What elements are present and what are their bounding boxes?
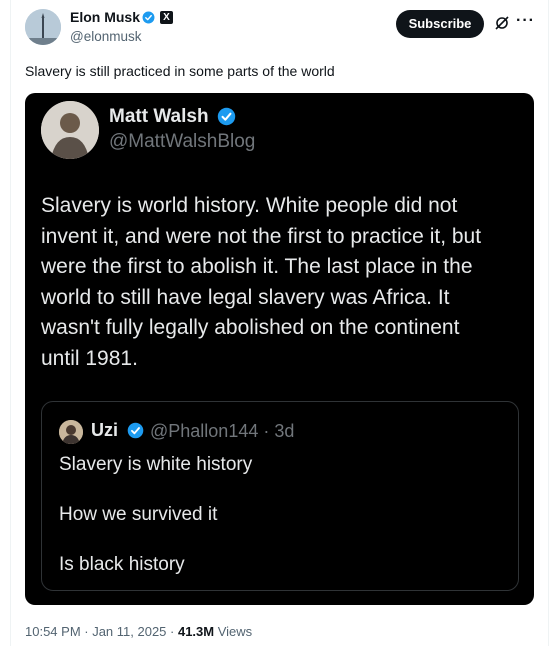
quoted-author-avatar	[59, 420, 83, 444]
views-count: 41.3M	[177, 624, 215, 639]
embedded-line: were the first to abolish it. The last p…	[41, 255, 473, 278]
subscribe-button[interactable]: Subscribe	[396, 10, 484, 38]
grok-icon[interactable]	[494, 15, 510, 31]
embedded-author-name: Matt Walsh	[109, 106, 209, 127]
embedded-author-handle: @MattWalshBlog	[109, 131, 256, 152]
tweet-text: Slavery is still practiced in some parts…	[25, 63, 335, 79]
more-icon[interactable]: ···	[516, 12, 535, 30]
embedded-line: until 1981.	[41, 346, 138, 370]
verified-badge-icon	[142, 11, 155, 24]
timestamp[interactable]: 10:54 PM · Jan 11, 2025 ·	[25, 624, 178, 639]
author-avatar[interactable]	[25, 9, 61, 45]
embedded-line: invent it, and were not the first to pra…	[41, 224, 482, 248]
embedded-tweet-image[interactable]: Matt Walsh @MattWalshBlog Slavery is wor…	[25, 93, 534, 605]
embedded-line: world to still have legal slavery was Af…	[41, 285, 450, 309]
verified-badge-icon	[127, 422, 144, 439]
verified-badge-icon	[217, 107, 236, 126]
embedded-tweet-body: Slavery is world history. White people d…	[41, 191, 521, 374]
author-name[interactable]: Elon Musk	[70, 9, 140, 25]
quoted-line: Is black history	[59, 554, 185, 575]
embedded-line: wasn't fully legally abolished on the co…	[41, 316, 460, 339]
quoted-tweet: Uzi @Phallon144 · 3d Slavery is white hi…	[41, 401, 519, 591]
x-logo-icon: X	[160, 11, 173, 24]
views-label: Views	[214, 624, 253, 639]
author-handle[interactable]: @elonmusk	[70, 29, 141, 44]
tweet-meta: 10:54 PM · Jan 11, 2025 · 41.3M Views	[25, 624, 252, 639]
quoted-line: How we survived it	[59, 504, 218, 525]
quoted-line: Slavery is white history	[59, 454, 253, 475]
quoted-author-name: Uzi	[91, 420, 118, 440]
embedded-line: Slavery is world history. White people d…	[41, 194, 458, 217]
embedded-author-avatar	[41, 101, 99, 159]
quoted-author-handle: @Phallon144 · 3d	[150, 421, 295, 441]
